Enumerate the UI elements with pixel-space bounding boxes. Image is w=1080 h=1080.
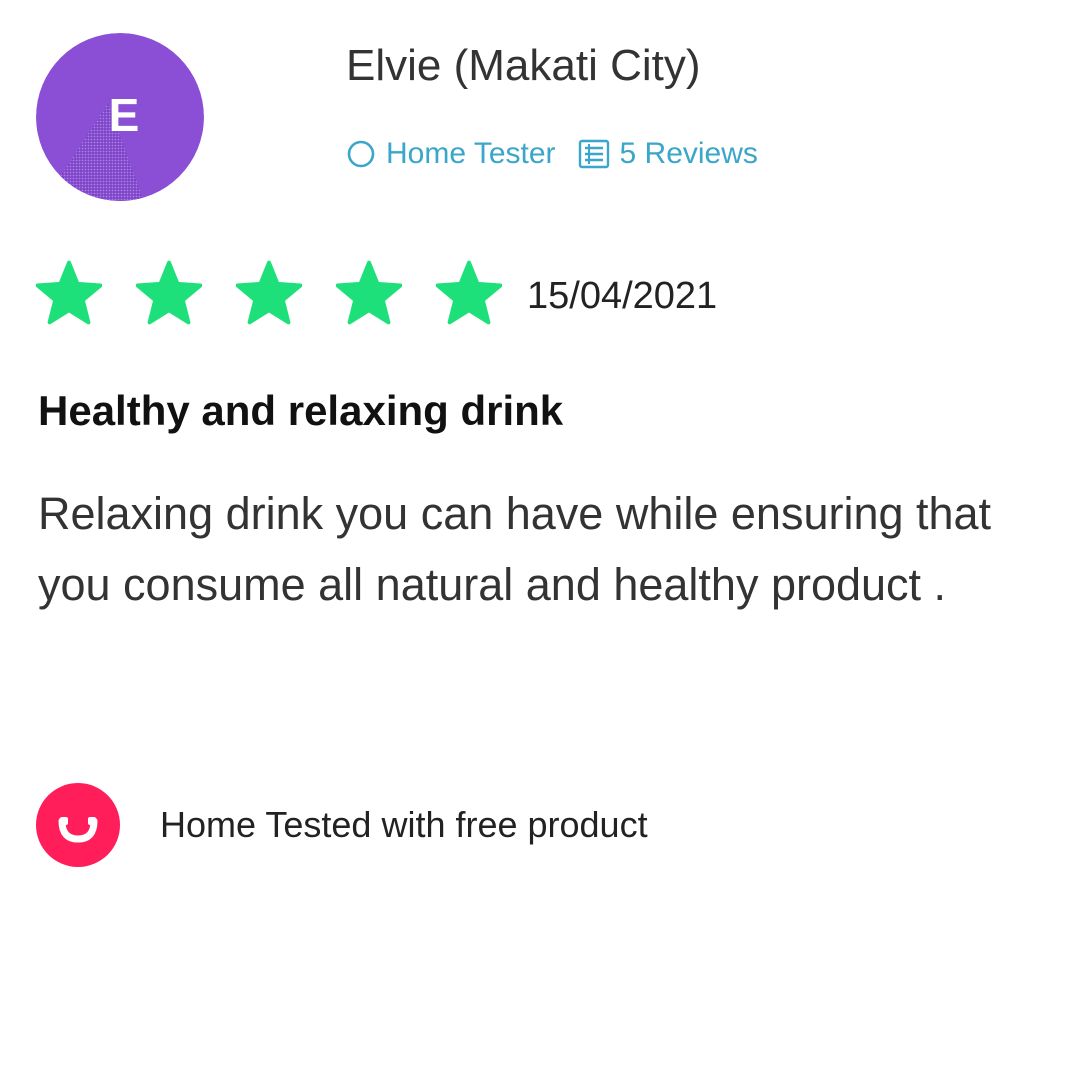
star-icon — [236, 260, 302, 325]
home-tested-label: Home Tested with free product — [160, 804, 648, 845]
reviews-count-link[interactable]: 5 Reviews — [578, 137, 758, 171]
reviewer-meta: Home Tester 5 Reviews — [346, 134, 758, 174]
review-body: Relaxing drink you can have while ensuri… — [38, 488, 992, 610]
reviews-count-label: 5 Reviews — [619, 137, 758, 170]
star-icon — [336, 260, 402, 325]
review-title: Healthy and relaxing drink — [38, 387, 564, 434]
reviewer-location: (Makati City) — [453, 41, 701, 90]
reviewer-first-name: Elvie — [346, 41, 442, 90]
list-document-icon — [578, 139, 609, 169]
review-date: 15/04/2021 — [527, 275, 718, 317]
reviewer-name: Elvie (Makati City) — [346, 38, 701, 94]
home-tester-badge[interactable]: Home Tester — [346, 137, 556, 171]
home-tester-label: Home Tester — [386, 137, 556, 170]
circle-outline-icon — [347, 140, 375, 168]
star-icon — [136, 260, 202, 325]
avatar-initial: E — [108, 89, 140, 141]
avatar: E — [36, 33, 204, 201]
star-rating — [36, 258, 502, 328]
home-tested-note: Home Tested with free product — [36, 782, 648, 868]
smile-badge-icon — [36, 783, 120, 867]
star-icon — [436, 260, 502, 325]
star-icon — [36, 260, 102, 325]
